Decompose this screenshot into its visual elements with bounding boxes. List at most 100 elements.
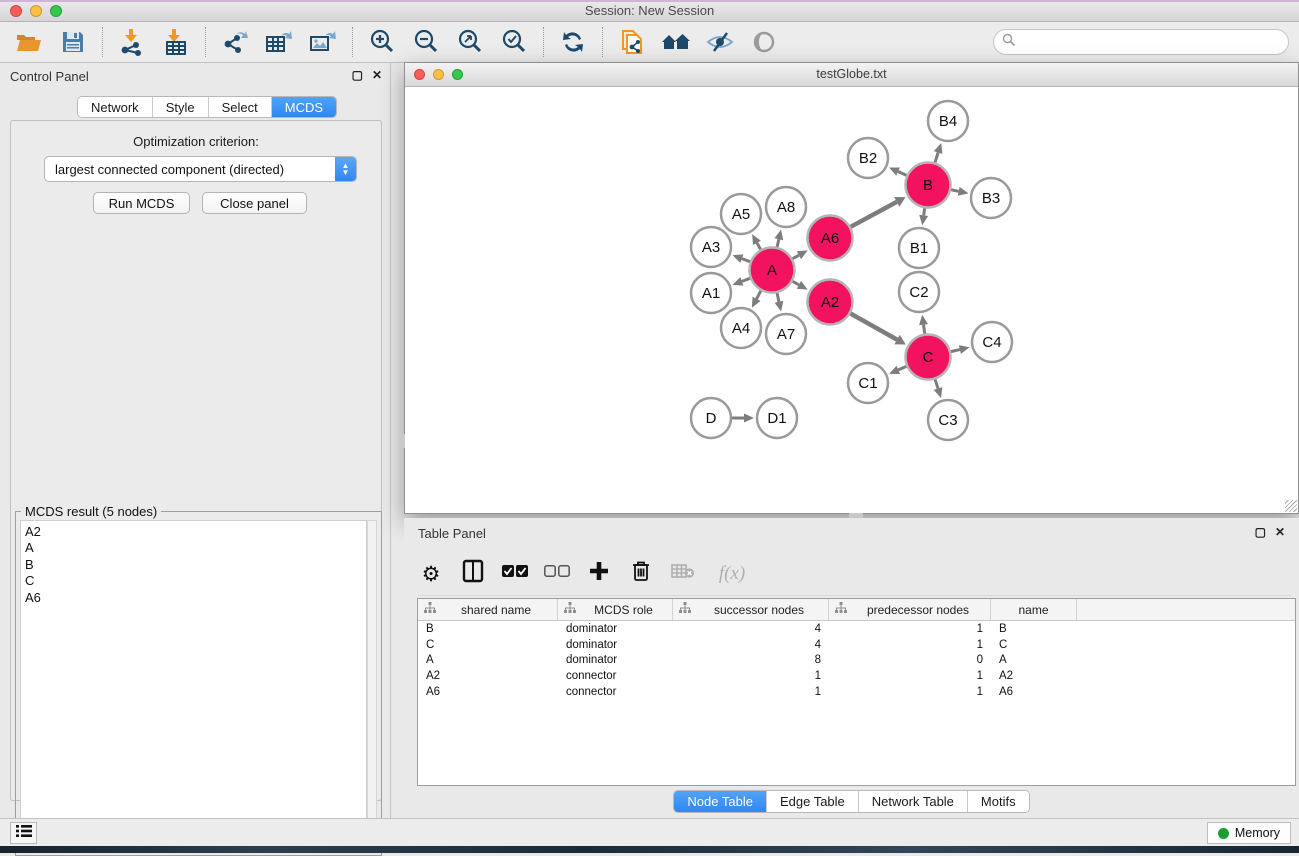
table-cell[interactable]: C [418, 639, 558, 651]
node-A6[interactable]: A6 [808, 216, 853, 261]
node-table[interactable]: shared nameMCDS rolesuccessor nodesprede… [417, 598, 1296, 786]
close-panel-icon[interactable]: ✕ [372, 68, 382, 82]
table-row[interactable]: Adominator80A [418, 653, 1295, 669]
export-network-button[interactable] [220, 27, 250, 57]
tab-network[interactable]: Network [78, 97, 153, 117]
table-cell[interactable]: dominator [558, 623, 673, 635]
node-B[interactable]: B [906, 163, 951, 208]
result-scrollbar[interactable] [367, 520, 377, 853]
close-panel-button[interactable]: Close panel [202, 192, 307, 214]
edge-A-A8[interactable] [777, 239, 779, 247]
import-network-button[interactable] [117, 27, 147, 57]
show-panel-button[interactable] [749, 27, 779, 57]
deselect-all-button[interactable] [544, 561, 570, 587]
mcds-result-item[interactable]: A [25, 540, 366, 556]
table-cell[interactable]: dominator [558, 639, 673, 651]
search-field[interactable] [993, 29, 1289, 55]
clone-network-button[interactable] [617, 27, 647, 57]
network-graph[interactable]: B4B2BB3A5A8A6A3B1AA1C2A2A4A7C4CC1DD1C3 [405, 87, 1298, 513]
tab-motifs[interactable]: Motifs [968, 791, 1029, 812]
table-cell[interactable]: A6 [991, 686, 1077, 698]
table-cell[interactable]: 1 [673, 686, 829, 698]
column-header-MCDS-role[interactable]: MCDS role [558, 599, 673, 620]
delete-table-button[interactable] [670, 561, 696, 587]
zoom-out-button[interactable] [411, 27, 441, 57]
tab-select[interactable]: Select [209, 97, 272, 117]
mcds-result-item[interactable]: B [25, 557, 366, 573]
table-cell[interactable]: 4 [673, 623, 829, 635]
hide-panel-button[interactable] [705, 27, 735, 57]
memory-button[interactable]: Memory [1207, 822, 1291, 844]
float-table-panel-icon[interactable]: ▢ [1255, 525, 1266, 539]
node-A3[interactable]: A3 [691, 227, 731, 267]
node-D[interactable]: D [691, 398, 731, 438]
mcds-result-item[interactable]: A6 [25, 590, 366, 606]
edge-A-A5[interactable] [757, 243, 761, 250]
tab-edge-table[interactable]: Edge Table [767, 791, 859, 812]
node-A1[interactable]: A1 [691, 273, 731, 313]
tab-mcds[interactable]: MCDS [272, 97, 336, 117]
table-cell[interactable]: connector [558, 670, 673, 682]
edge-C-C4[interactable] [951, 350, 960, 352]
table-header-row[interactable]: shared nameMCDS rolesuccessor nodesprede… [418, 599, 1295, 621]
import-table-button[interactable] [161, 27, 191, 57]
node-C[interactable]: C [906, 335, 951, 380]
save-session-button[interactable] [58, 27, 88, 57]
table-cell[interactable]: A [991, 654, 1077, 666]
column-header-successor-nodes[interactable]: successor nodes [673, 599, 829, 620]
layout-home-button[interactable] [661, 27, 691, 57]
float-panel-icon[interactable]: ▢ [352, 68, 363, 82]
run-mcds-button[interactable]: Run MCDS [93, 192, 190, 214]
zoom-selected-button[interactable] [499, 27, 529, 57]
window-resize-grip[interactable] [1285, 500, 1297, 512]
zoom-in-button[interactable] [367, 27, 397, 57]
edge-A-A2[interactable] [793, 281, 799, 284]
table-cell[interactable]: dominator [558, 654, 673, 666]
table-cell[interactable]: B [418, 623, 558, 635]
node-A5[interactable]: A5 [721, 194, 761, 234]
delete-column-button[interactable] [628, 561, 654, 587]
table-cell[interactable]: connector [558, 686, 673, 698]
edge-B-B4[interactable] [935, 152, 938, 162]
node-B2[interactable]: B2 [848, 138, 888, 178]
zoom-fit-button[interactable] [455, 27, 485, 57]
node-B4[interactable]: B4 [928, 101, 968, 141]
mcds-result-item[interactable]: A2 [25, 524, 366, 540]
table-cell[interactable]: 1 [829, 639, 991, 651]
column-header-predecessor-nodes[interactable]: predecessor nodes [829, 599, 991, 620]
table-settings-button[interactable]: ⚙ [418, 561, 444, 587]
table-cell[interactable]: 8 [673, 654, 829, 666]
edge-C-C2[interactable] [924, 325, 925, 334]
export-image-button[interactable] [308, 27, 338, 57]
edge-A2-C[interactable] [850, 314, 897, 340]
table-cell[interactable]: 1 [673, 670, 829, 682]
edge-C-C1[interactable] [898, 366, 906, 370]
tab-style[interactable]: Style [153, 97, 209, 117]
node-A2[interactable]: A2 [808, 280, 853, 325]
node-D1[interactable]: D1 [757, 398, 797, 438]
network-window-titlebar[interactable]: testGlobe.txt [405, 63, 1298, 87]
export-table-button[interactable] [264, 27, 294, 57]
canvas-left-scrollnub[interactable] [400, 434, 405, 448]
search-input[interactable] [1016, 32, 1288, 52]
table-cell[interactable]: A2 [418, 670, 558, 682]
table-cell[interactable]: 1 [829, 686, 991, 698]
close-table-panel-icon[interactable]: ✕ [1275, 525, 1285, 539]
function-builder-button[interactable]: f(x) [712, 561, 752, 587]
network-canvas[interactable]: B4B2BB3A5A8A6A3B1AA1C2A2A4A7C4CC1DD1C3 [405, 87, 1298, 513]
node-A8[interactable]: A8 [766, 187, 806, 227]
open-session-button[interactable] [14, 27, 44, 57]
table-row[interactable]: Bdominator41B [418, 621, 1295, 637]
edge-A-A6[interactable] [793, 255, 799, 258]
edge-A-A3[interactable] [742, 259, 750, 262]
column-header-shared-name[interactable]: shared name [418, 599, 558, 620]
table-cell[interactable]: 1 [829, 623, 991, 635]
table-cell[interactable]: B [991, 623, 1077, 635]
table-row[interactable]: A6connector11A6 [418, 684, 1295, 700]
node-B1[interactable]: B1 [899, 228, 939, 268]
edge-C-C3[interactable] [935, 379, 938, 388]
table-cell[interactable]: C [991, 639, 1077, 651]
node-A7[interactable]: A7 [766, 314, 806, 354]
edge-A6-B[interactable] [851, 202, 897, 227]
optimization-criterion-dropdown[interactable]: largest connected component (directed) ▲… [44, 156, 357, 182]
